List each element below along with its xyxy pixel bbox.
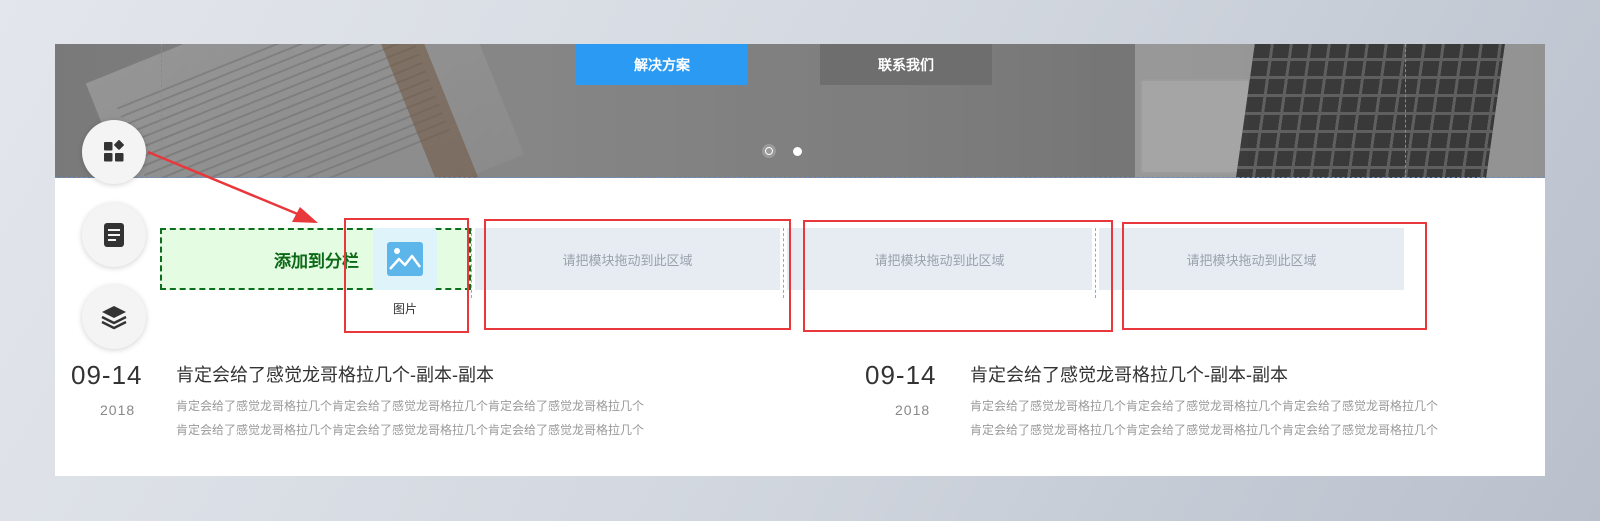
pages-button[interactable] [82,203,146,267]
layers-icon [101,306,127,330]
guide-arrow [147,150,318,223]
components-button[interactable] [82,120,146,184]
components-icon [104,140,124,162]
page-icon [104,223,124,247]
layers-button[interactable] [82,285,146,349]
